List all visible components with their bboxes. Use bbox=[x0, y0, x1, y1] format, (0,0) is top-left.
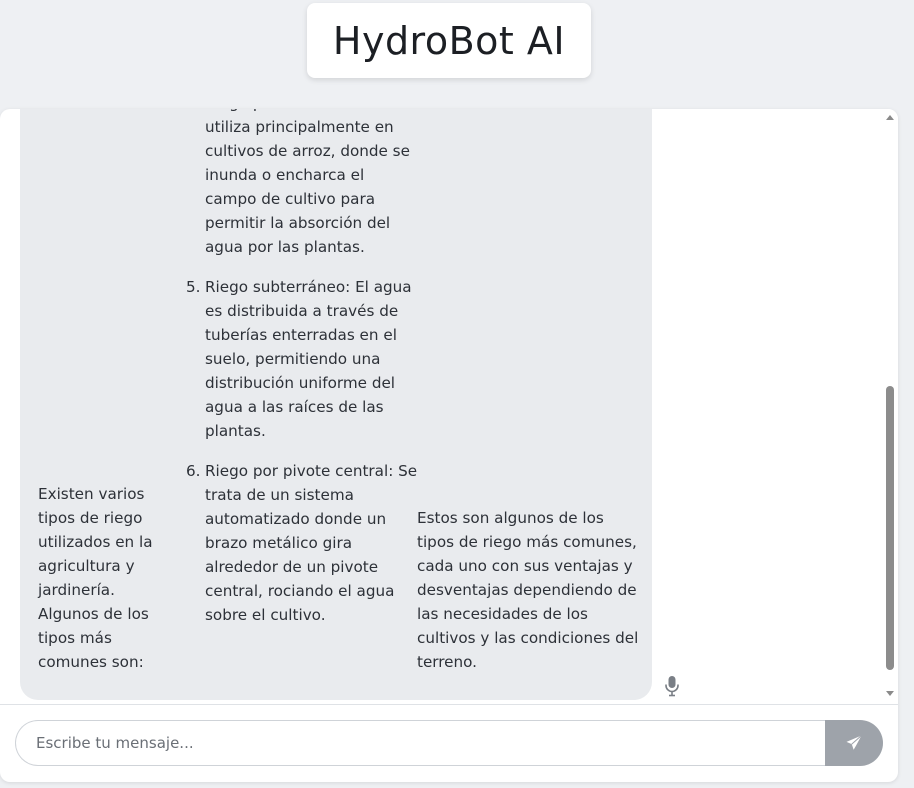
list-item-text: Riego por inundación: Se utiliza princip… bbox=[205, 109, 410, 256]
microphone-icon[interactable] bbox=[664, 675, 680, 697]
list-item-number: 6. bbox=[186, 462, 201, 480]
paper-plane-icon bbox=[846, 735, 862, 750]
list-item-number: 5. bbox=[186, 278, 201, 296]
list-item: 5. Riego subterráneo: El agua es distrib… bbox=[186, 275, 418, 443]
list-item: 6. Riego por pivote central: Se trata de… bbox=[186, 459, 418, 627]
list-item: 4. Riego por inundación: Se utiliza prin… bbox=[186, 109, 418, 259]
composer-divider bbox=[0, 704, 898, 705]
message-input[interactable] bbox=[15, 720, 835, 766]
bot-message-bubble: Existen varios tipos de riego utilizados… bbox=[20, 109, 652, 700]
title-card: HydroBot AI bbox=[307, 3, 591, 78]
app-title: HydroBot AI bbox=[332, 18, 566, 63]
list-item-text: Riego por pivote central: Se trata de un… bbox=[205, 462, 418, 624]
chat-panel: Existen varios tipos de riego utilizados… bbox=[0, 109, 898, 782]
bot-message-intro: Existen varios tipos de riego utilizados… bbox=[38, 485, 153, 671]
irrigation-types-list: 4. Riego por inundación: Se utiliza prin… bbox=[186, 109, 418, 643]
list-item-number: 4. bbox=[186, 109, 201, 115]
scroll-up-arrow-icon[interactable] bbox=[886, 115, 894, 120]
message-list[interactable]: Existen varios tipos de riego utilizados… bbox=[0, 109, 898, 704]
message-composer bbox=[15, 720, 883, 766]
scrollbar[interactable] bbox=[883, 109, 898, 704]
scroll-down-arrow-icon[interactable] bbox=[886, 691, 894, 696]
bot-message-outro: Estos son algunos de los tipos de riego … bbox=[417, 509, 639, 671]
send-button[interactable] bbox=[825, 720, 883, 766]
scrollbar-thumb[interactable] bbox=[886, 386, 894, 670]
list-item-text: Riego subterráneo: El agua es distribuid… bbox=[205, 278, 412, 440]
